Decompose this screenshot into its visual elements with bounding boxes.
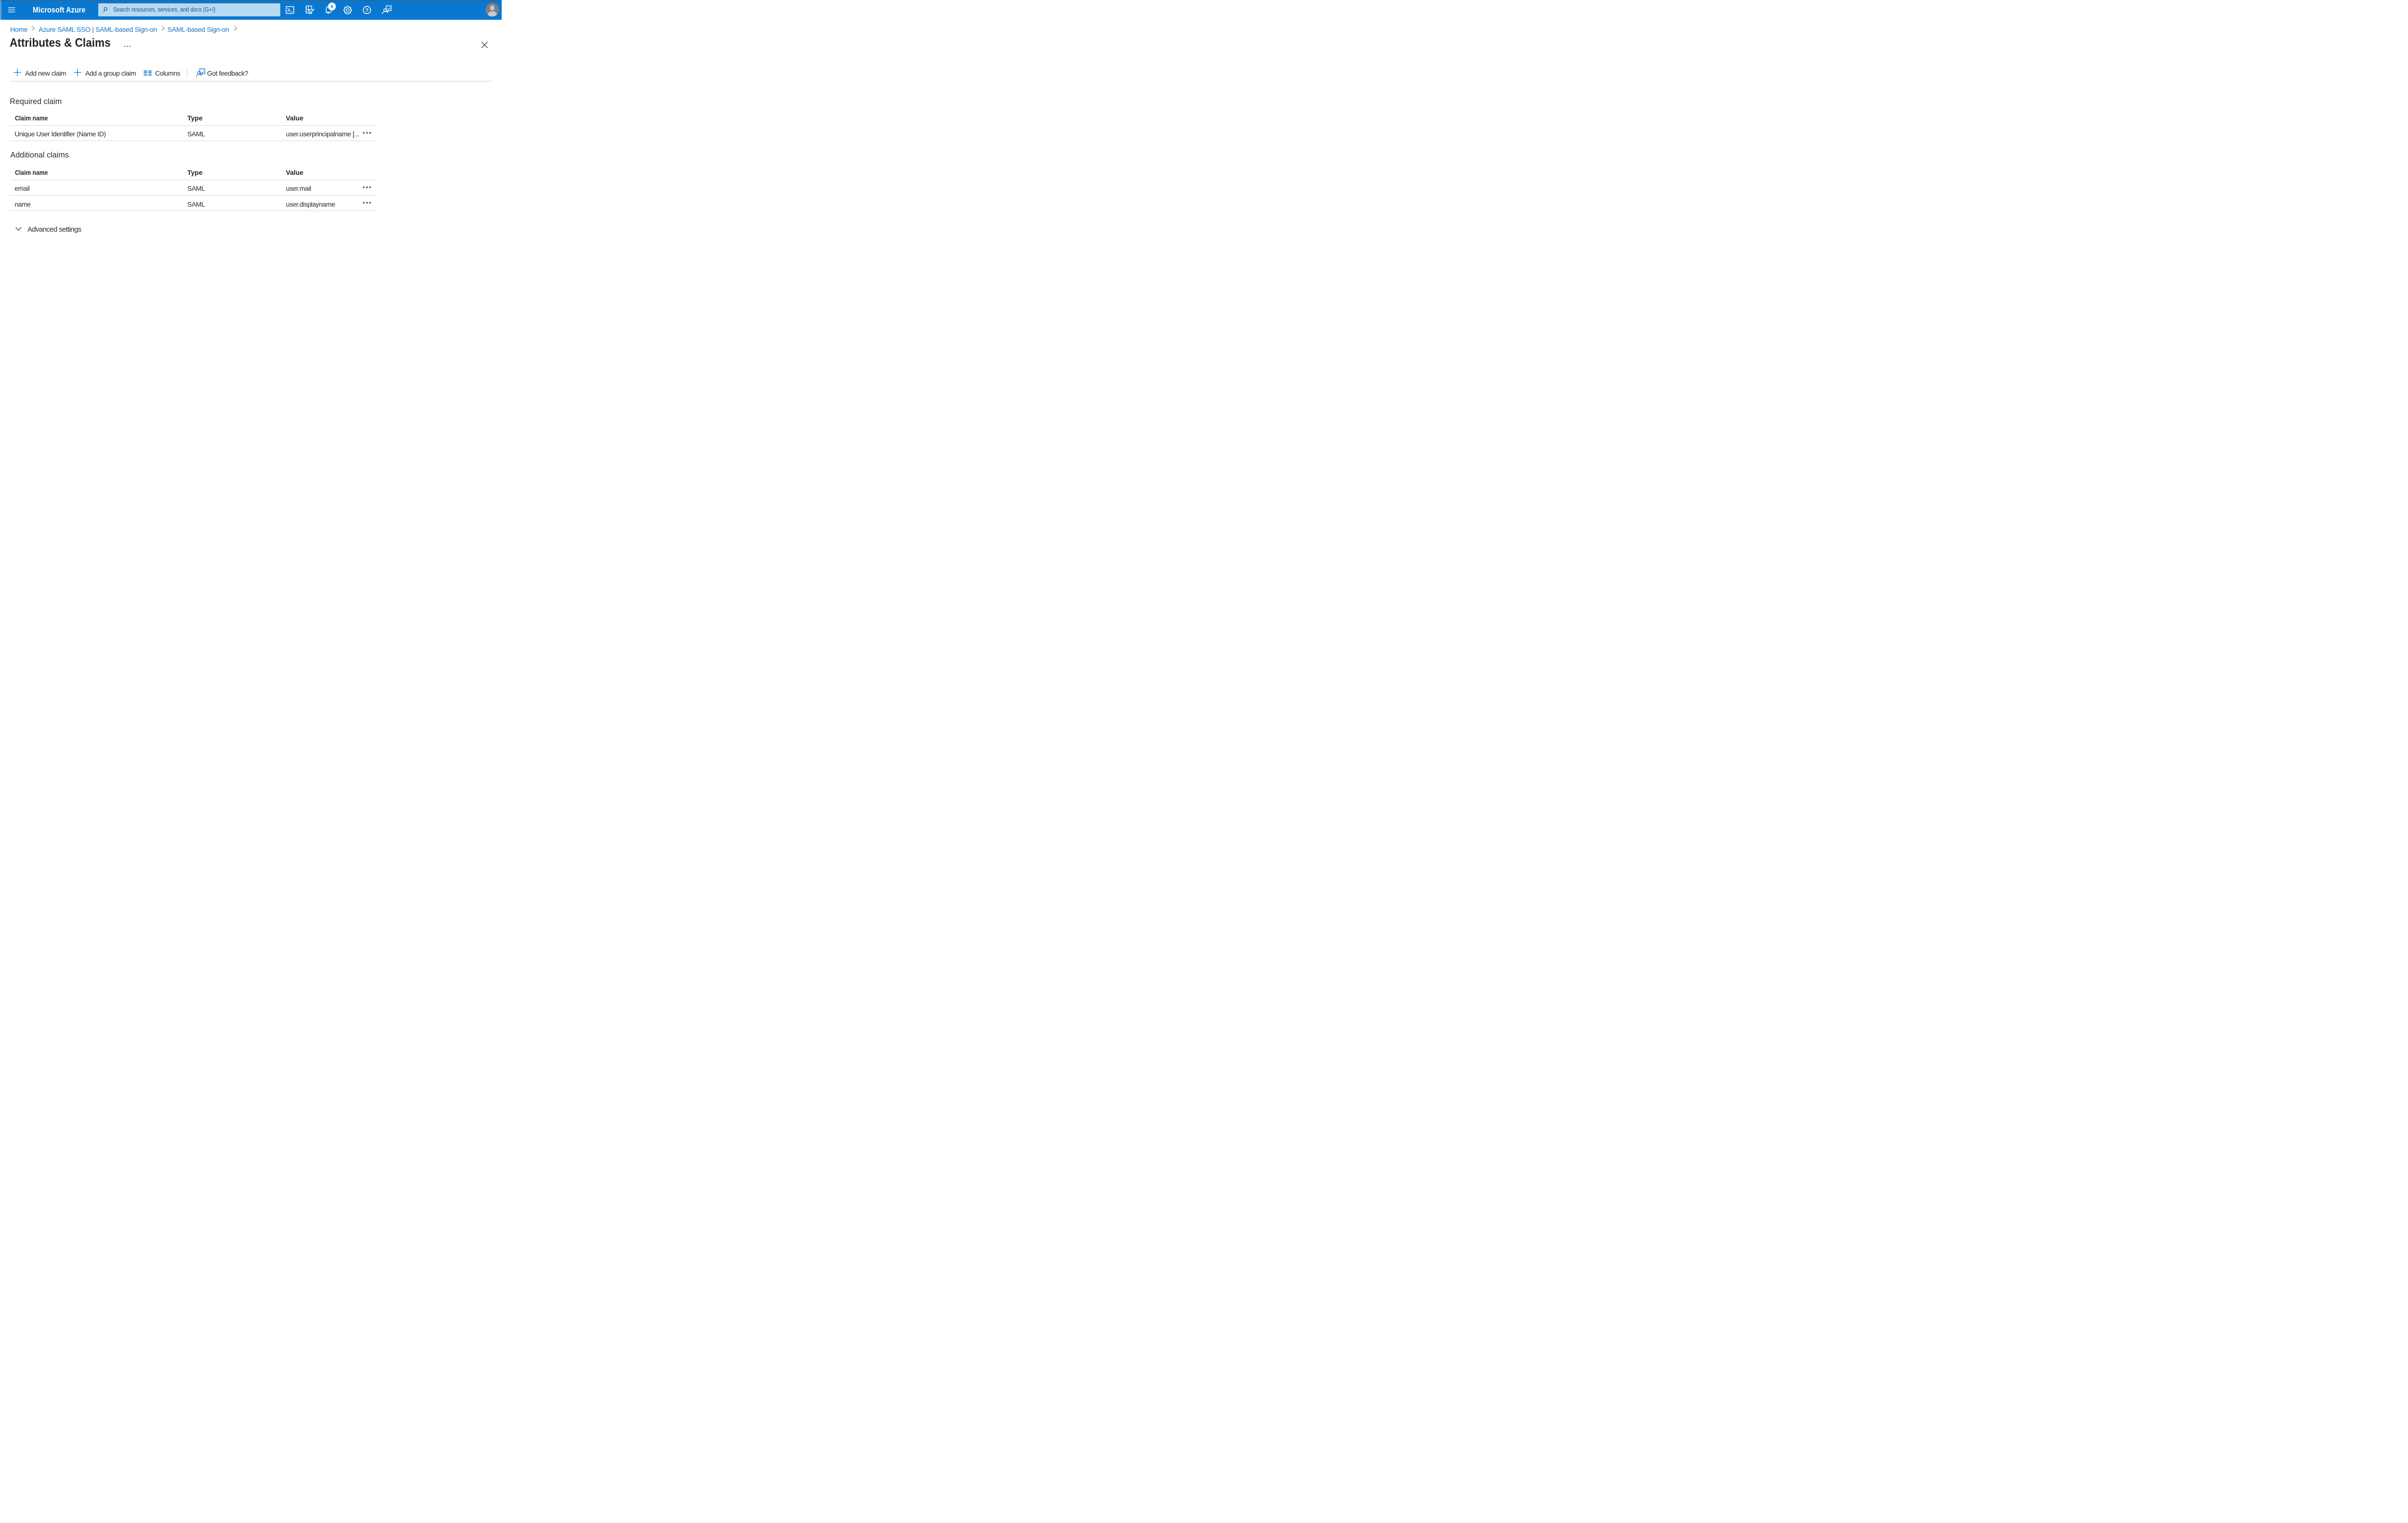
svg-text:6: 6	[331, 4, 333, 9]
svg-text:?: ?	[366, 8, 369, 13]
